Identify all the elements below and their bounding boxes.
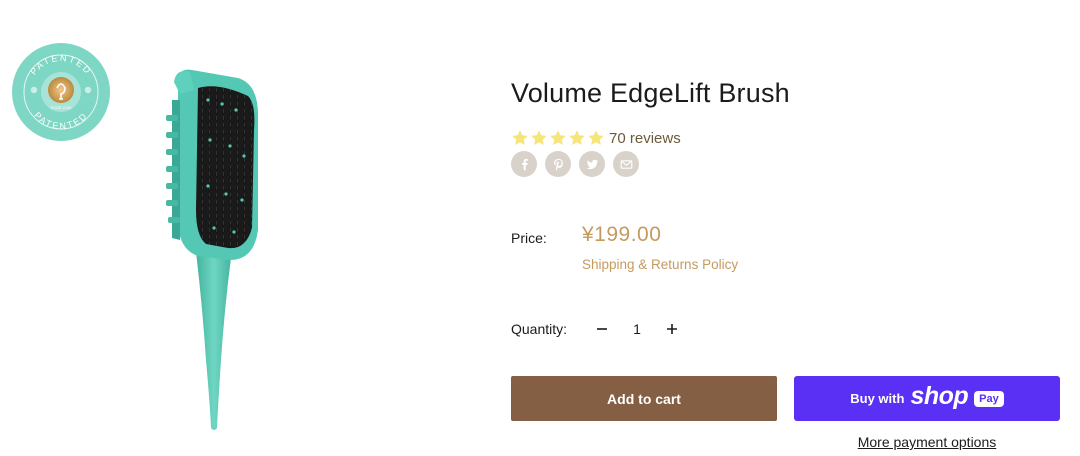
add-to-cart-button[interactable]: Add to cart — [511, 376, 777, 421]
increase-quantity-button[interactable] — [657, 314, 687, 344]
patented-badge: PATENTED PATENTED EDGE.COM — [12, 43, 110, 141]
star-icon — [588, 130, 604, 145]
star-icon — [531, 130, 547, 145]
pinterest-icon — [553, 158, 563, 171]
quantity-stepper — [587, 314, 687, 344]
buy-with-shop-pay-button[interactable]: Buy with shop Pay — [794, 376, 1060, 421]
twitter-share-button[interactable] — [579, 151, 605, 177]
twitter-icon — [586, 159, 598, 169]
product-rating[interactable]: 70 reviews — [511, 128, 681, 148]
badge-brand-text: EDGE.COM — [51, 106, 72, 110]
pinterest-share-button[interactable] — [545, 151, 571, 177]
email-share-button[interactable] — [613, 151, 639, 177]
star-rating — [511, 129, 605, 147]
plus-icon — [667, 324, 677, 334]
price-label: Price: — [511, 230, 547, 246]
product-title: Volume EdgeLift Brush — [511, 78, 790, 108]
shop-logo: shop — [910, 381, 969, 410]
star-icon — [550, 130, 566, 145]
quantity-label: Quantity: — [511, 321, 568, 337]
minus-icon — [597, 328, 607, 330]
facebook-share-button[interactable] — [511, 151, 537, 177]
shipping-returns-link[interactable]: Shipping & Returns Policy — [582, 257, 738, 272]
product-price: ¥199.00 — [582, 223, 662, 246]
star-icon — [512, 130, 528, 145]
share-buttons — [511, 151, 639, 177]
product-info: Volume EdgeLift Brush 70 reviews Price: … — [511, 0, 1071, 456]
more-payment-options-link[interactable]: More payment options — [794, 434, 1060, 450]
reviews-link[interactable]: 70 reviews — [609, 130, 681, 147]
pay-badge: Pay — [974, 390, 1004, 407]
quantity-input[interactable] — [617, 321, 657, 337]
decrease-quantity-button[interactable] — [587, 314, 617, 344]
product-image[interactable] — [150, 60, 310, 440]
email-icon — [620, 159, 632, 169]
facebook-icon — [521, 158, 528, 170]
star-icon — [569, 130, 585, 145]
buy-with-label: Buy with — [850, 391, 905, 406]
